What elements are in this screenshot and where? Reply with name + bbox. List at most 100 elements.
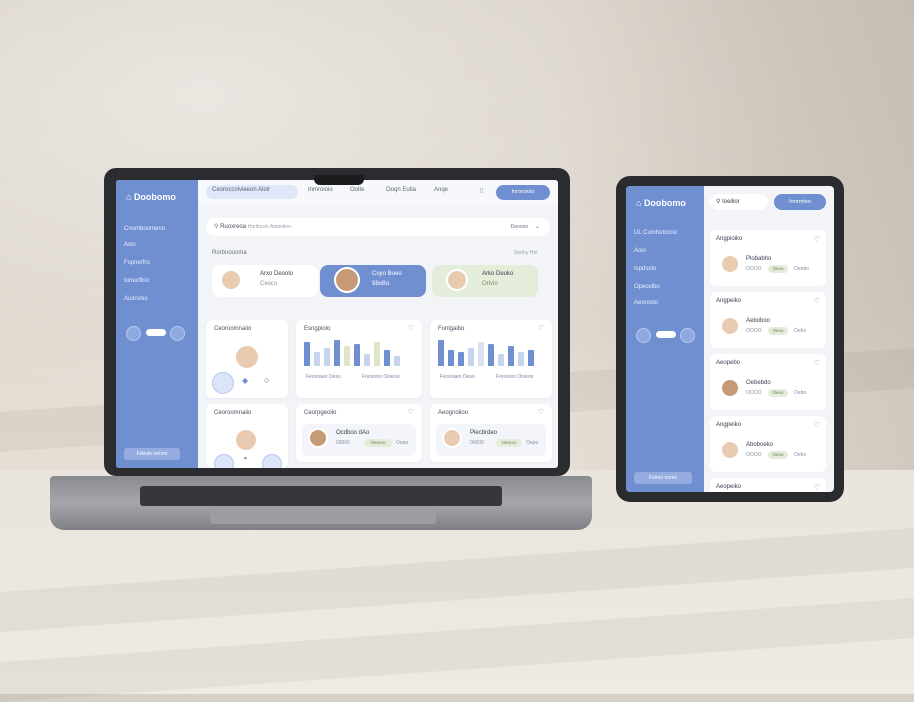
list-item[interactable]: Angpeiko ♡ Aboboeko OOOO Oeoo Oebo bbox=[710, 416, 826, 472]
heart-icon[interactable]: ♡ bbox=[814, 359, 820, 367]
bar bbox=[508, 346, 514, 366]
bookmark-icon[interactable]: ▯ bbox=[480, 187, 483, 194]
avatar bbox=[720, 440, 740, 460]
tag-chip: Oeoo bbox=[768, 451, 788, 459]
person-name: Plecbrdeo bbox=[470, 430, 498, 436]
bar bbox=[518, 352, 524, 366]
list-item[interactable]: Angpioiko ♡ Plobabho OOOO Oeoo Oeebo bbox=[710, 230, 826, 286]
heart-icon[interactable]: ♡ bbox=[538, 324, 544, 332]
tag-label: Oebo bbox=[794, 328, 807, 334]
person-card-1[interactable]: Ceorpgeoilo ♡ Ocdboo dAo 00000 Oeoroo Oe… bbox=[296, 404, 422, 462]
pager-next[interactable] bbox=[680, 328, 695, 343]
control-dot[interactable] bbox=[262, 454, 282, 468]
sidebar-item-3[interactable]: Ispdsolo bbox=[634, 266, 656, 272]
sidebar-item-4[interactable]: Opeoslbo bbox=[634, 284, 660, 290]
sidebar-button[interactable]: Fstruio nerom bbox=[124, 448, 180, 460]
pager-indicator bbox=[146, 329, 166, 336]
legend-b: Forceoro Oioeoo bbox=[496, 374, 534, 380]
cta-button[interactable]: Inroroioio bbox=[496, 185, 550, 200]
search-input[interactable]: ⚲ Ruoxreoa Horibocio Amoniloo Deoseo ⌄ bbox=[206, 218, 550, 236]
list-item[interactable]: Aeopebo ♡ Oebebdo OOOO Oeoo Oebo bbox=[710, 354, 826, 410]
profile-card-1[interactable]: Arxo Deoolo Ceoco bbox=[212, 265, 318, 297]
sidebar-item-4[interactable]: Iomorflrio bbox=[124, 278, 149, 284]
avatar bbox=[220, 269, 242, 291]
profile-name: Arxo Deoolo bbox=[260, 271, 294, 277]
item-name: Aeboboo bbox=[746, 318, 771, 324]
chevron-up-icon[interactable]: ⌃ bbox=[242, 456, 249, 465]
profile-name: Cuyo Boeo bbox=[372, 271, 402, 277]
heart-icon[interactable]: ♡ bbox=[814, 421, 820, 429]
tag-chip: Oeoroo bbox=[496, 439, 522, 447]
sidebar-item-5[interactable]: Aeoroolo bbox=[634, 300, 658, 306]
sidebar-item-3[interactable]: Fspnerfro bbox=[124, 260, 150, 266]
avatar bbox=[720, 254, 740, 274]
pager-prev[interactable] bbox=[636, 328, 651, 343]
section-link[interactable]: Sertny Hor bbox=[514, 250, 538, 256]
control-dot[interactable] bbox=[212, 372, 234, 394]
cta-button[interactable]: Irmrmteo bbox=[774, 194, 826, 210]
sidebar-item-2[interactable]: Aoio bbox=[634, 248, 646, 254]
pager-next[interactable] bbox=[170, 326, 185, 341]
sidebar-item-1[interactable]: Cnomboomeno bbox=[124, 226, 165, 232]
item-title: Angpeiko bbox=[716, 422, 742, 428]
stat-card-1[interactable]: Ceoroomnaiio ◆ ○ bbox=[206, 320, 288, 398]
profile-sub: Orlvio bbox=[482, 281, 498, 287]
control-dot[interactable] bbox=[214, 454, 234, 468]
list-item[interactable]: Aeopeiko ♡ bbox=[710, 478, 826, 492]
item-title: Aeopebo bbox=[716, 360, 741, 366]
laptop-keyboard bbox=[140, 486, 502, 506]
tab-1[interactable]: Inmroioio bbox=[308, 187, 333, 193]
profile-card-3[interactable]: Arko Deuko Orlvio bbox=[432, 265, 538, 297]
search-input[interactable]: ⚲ Ioeilior bbox=[710, 194, 768, 210]
chart-card-2[interactable]: Fonlgaibo ♡ Feoroaeo Oeso Forceoro Oioeo… bbox=[430, 320, 552, 398]
bar-chart bbox=[304, 340, 414, 366]
tag-label: Oebo bbox=[794, 390, 807, 396]
avatar bbox=[446, 269, 468, 291]
bar-chart bbox=[438, 340, 548, 366]
heart-icon[interactable]: ♡ bbox=[814, 235, 820, 243]
diamond-icon[interactable]: ◆ bbox=[242, 376, 248, 385]
item-title: Angpeiko bbox=[716, 298, 742, 304]
item-title: Aeopeiko bbox=[716, 484, 742, 490]
heart-icon[interactable]: ♡ bbox=[408, 324, 414, 332]
rating: 00000 bbox=[470, 440, 484, 446]
bar bbox=[468, 348, 474, 366]
heart-icon[interactable]: ♡ bbox=[538, 408, 544, 416]
tab-2[interactable]: Ooite bbox=[350, 187, 364, 193]
search-filter[interactable]: Deoseo bbox=[511, 218, 528, 236]
search-icon: ⚲ bbox=[716, 199, 721, 205]
person-name: Ocdboo dAo bbox=[336, 430, 370, 436]
sidebar-item-1[interactable]: UL Comhotorcio bbox=[634, 230, 677, 236]
tablet-sidebar: ⌂ Doobomo UL Comhotorcio Aoio Ispdsolo O… bbox=[626, 186, 704, 492]
tab-4[interactable]: Anqe bbox=[434, 187, 448, 193]
brand-logo: ⌂ Doobomo bbox=[126, 192, 176, 202]
list-item[interactable]: Angpeiko ♡ Aeboboo OOOO Oeoo Oebo bbox=[710, 292, 826, 348]
brand-logo: ⌂ Doobomo bbox=[636, 198, 686, 208]
stat-card-2[interactable]: Ceoroomnaiio ⌃ bbox=[206, 404, 288, 468]
heart-icon[interactable]: ♡ bbox=[408, 408, 414, 416]
sidebar-item-5[interactable]: Auxronio bbox=[124, 296, 148, 302]
tab-3[interactable]: Ooqn Eutia bbox=[386, 187, 416, 193]
tag-label: Oepo bbox=[396, 440, 409, 446]
circle-icon[interactable]: ○ bbox=[264, 375, 269, 385]
topbar: Ceoroccolvieeon Alstr Inmroioio Ooite Oo… bbox=[198, 180, 558, 204]
bar bbox=[478, 342, 484, 366]
sidebar-item-2[interactable]: Axio bbox=[124, 242, 136, 248]
laptop-camera-notch bbox=[314, 175, 364, 185]
pager-prev[interactable] bbox=[126, 326, 141, 341]
heart-icon[interactable]: ♡ bbox=[814, 297, 820, 305]
card-title: Fonlgaibo bbox=[438, 326, 465, 332]
sidebar-button[interactable]: Fstroo nome bbox=[634, 472, 692, 484]
card-title: Ceorpgeoilo bbox=[304, 410, 337, 416]
item-name: Oebebdo bbox=[746, 380, 771, 386]
laptop-trackpad bbox=[210, 506, 436, 524]
rating: OOOO bbox=[746, 390, 762, 396]
chevron-down-icon[interactable]: ⌄ bbox=[535, 218, 540, 236]
person-card-2[interactable]: Aeognolioo ♡ Plecbrdeo 00000 Oeoroo Oepo bbox=[430, 404, 552, 462]
heart-icon[interactable]: ♡ bbox=[814, 483, 820, 491]
bar bbox=[344, 346, 350, 366]
bar bbox=[528, 350, 534, 366]
brand-name: Doobomo bbox=[133, 192, 176, 202]
profile-card-2[interactable]: Cuyo Boeo 98oBo bbox=[320, 265, 426, 297]
chart-card-1[interactable]: Esngpiolo ♡ Feoroaeo Oeso Forceoro Oioeo… bbox=[296, 320, 422, 398]
